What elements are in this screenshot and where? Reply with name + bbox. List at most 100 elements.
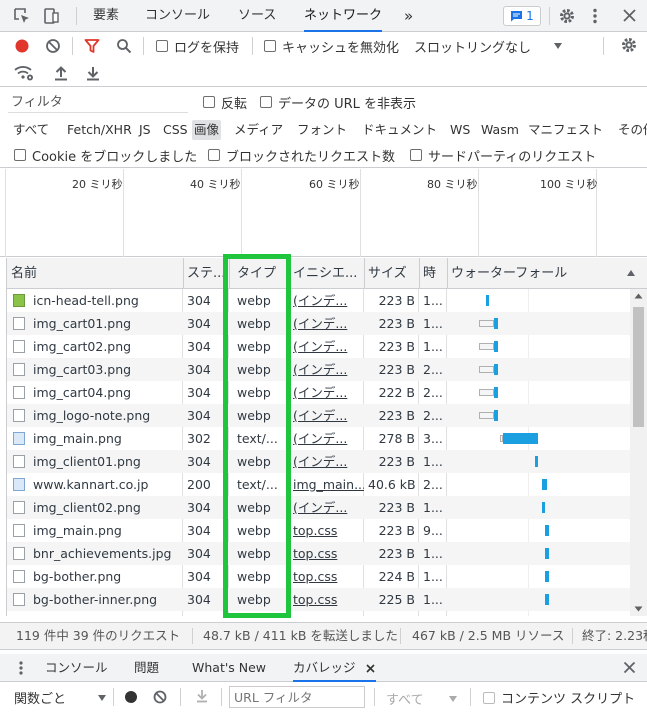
invert-checkbox[interactable] <box>203 96 215 108</box>
scroll-up-arrow-icon[interactable] <box>634 293 643 299</box>
table-row[interactable]: icn-head-tell.png 304 webp (インデ... 223 B 1... <box>7 289 630 312</box>
more-options-icon[interactable] <box>592 7 598 25</box>
inspect-element-icon[interactable] <box>13 7 31 25</box>
drawer-tab-whats-new[interactable]: What's New <box>192 654 266 682</box>
cell-initiator[interactable]: (インデ... <box>289 450 364 473</box>
type-filter-js[interactable]: JS <box>137 120 153 140</box>
table-row[interactable]: www.kannart.co.jp 200 text/... img_main... 4… <box>7 473 630 496</box>
table-row[interactable]: img_main.png 302 text/... (インデ... 278 B 3... <box>7 427 630 450</box>
scrollbar-thumb[interactable] <box>633 307 644 427</box>
throttling-select[interactable]: スロットリングなし <box>414 37 531 56</box>
close-drawer-icon[interactable] <box>623 661 636 674</box>
preserve-log-checkbox[interactable] <box>156 40 168 52</box>
cell-size: 223 B <box>378 454 415 469</box>
table-row[interactable]: img_client02.png 304 webp (インデ... 223 B 1... <box>7 496 630 519</box>
table-row[interactable]: img_client01.png 304 webp (インデ... 223 B 1... <box>7 450 630 473</box>
tab-elements[interactable]: 要素 <box>93 0 119 32</box>
column-header-initiator[interactable]: イニシエ... <box>289 258 364 289</box>
more-tabs-button[interactable]: » <box>404 0 413 32</box>
network-overview-timeline[interactable]: 20 ミリ秒 40 ミリ秒 60 ミリ秒 80 ミリ秒 100 ミリ秒 <box>0 169 647 257</box>
tab-network[interactable]: ネットワーク <box>304 0 383 32</box>
table-row[interactable]: img_main.png 304 webp top.css 223 B 9... <box>7 519 630 542</box>
scroll-down-arrow-icon[interactable] <box>634 606 643 612</box>
cell-initiator[interactable]: top.css <box>289 565 364 588</box>
close-devtools-icon[interactable] <box>622 8 637 23</box>
dropdown-arrow-icon[interactable] <box>448 695 458 703</box>
drawer-tab-coverage[interactable]: カバレッジ <box>293 654 376 682</box>
disable-cache-checkbox[interactable] <box>264 40 276 52</box>
cell-initiator[interactable]: (インデ... <box>289 427 364 450</box>
filter-input[interactable] <box>8 92 188 113</box>
cell-initiator[interactable]: top.css <box>289 542 364 565</box>
table-row[interactable]: bnr_achievements.jpg 304 webp top.css 223 B 1… <box>7 542 630 565</box>
column-header-size[interactable]: サイズ <box>364 258 419 289</box>
close-tab-icon[interactable] <box>366 664 375 673</box>
clear-coverage-icon[interactable] <box>153 690 167 704</box>
export-coverage-download-icon[interactable] <box>196 689 208 703</box>
type-filter-ws[interactable]: WS <box>448 120 472 140</box>
type-filter-font[interactable]: フォント <box>295 120 349 140</box>
network-conditions-wifi-icon[interactable] <box>14 65 34 81</box>
table-row[interactable]: img_logo-note.png 304 webp (インデ... 223 B 2... <box>7 404 630 427</box>
cell-initiator[interactable]: (インデ... <box>289 496 364 519</box>
start-recording-icon[interactable] <box>124 690 138 704</box>
sort-ascending-icon[interactable] <box>626 269 636 277</box>
table-row[interactable]: img_cart02.png 304 webp (インデ... 223 B 1... <box>7 335 630 358</box>
table-row[interactable]: bg-bother-inner.png 304 webp top.css 225 B 1.… <box>7 588 630 611</box>
type-filter-fetch-xhr[interactable]: Fetch/XHR <box>65 120 134 140</box>
tab-console[interactable]: コンソール <box>145 0 210 32</box>
cell-initiator[interactable]: (インデ... <box>289 381 364 404</box>
type-filter-css[interactable]: CSS <box>161 120 190 140</box>
drawer-tab-issues[interactable]: 問題 <box>134 654 159 682</box>
type-filter-media[interactable]: メディア <box>232 120 285 140</box>
export-har-download-icon[interactable] <box>86 65 100 81</box>
column-header-name[interactable]: 名前 <box>7 258 183 289</box>
content-type-select[interactable]: すべて <box>386 689 424 708</box>
url-filter-input[interactable] <box>229 686 365 708</box>
search-icon[interactable] <box>116 38 132 54</box>
import-har-upload-icon[interactable] <box>54 65 68 81</box>
type-filter-manifest[interactable]: マニフェスト <box>526 120 605 140</box>
column-header-type[interactable]: タイプ <box>233 258 289 289</box>
column-header-time[interactable]: 時 <box>419 258 447 289</box>
table-scrollbar[interactable] <box>630 289 647 616</box>
dropdown-arrow-icon[interactable] <box>553 42 563 50</box>
settings-gear-icon[interactable] <box>558 7 576 25</box>
device-toolbar-icon[interactable] <box>42 7 60 25</box>
cell-initiator[interactable]: img_main... <box>289 473 364 496</box>
clear-icon[interactable] <box>45 38 61 54</box>
table-row[interactable]: img_cart04.png 304 webp (インデ... 222 B 2... <box>7 381 630 404</box>
type-filter-other[interactable]: その他 <box>616 120 647 140</box>
coverage-type-select[interactable]: 関数ごと <box>14 688 66 707</box>
content-scripts-checkbox[interactable] <box>483 692 495 704</box>
blocked-requests-checkbox[interactable] <box>208 149 220 161</box>
type-filter-img[interactable]: 画像 <box>192 120 222 140</box>
type-filter-all[interactable]: すべて <box>11 120 51 140</box>
cell-initiator[interactable]: (インデ... <box>289 289 364 312</box>
column-header-waterfall[interactable]: ウォーターフォール <box>447 258 622 289</box>
cell-initiator[interactable]: top.css <box>289 519 364 542</box>
type-filter-doc[interactable]: ドキュメント <box>360 120 439 140</box>
dropdown-arrow-icon[interactable] <box>97 694 107 702</box>
cell-initiator[interactable]: (インデ... <box>289 312 364 335</box>
filter-icon[interactable] <box>84 38 100 54</box>
cell-initiator[interactable]: (インデ... <box>289 335 364 358</box>
network-settings-gear-icon[interactable] <box>620 36 638 54</box>
cell-initiator[interactable]: (インデ... <box>289 404 364 427</box>
table-row[interactable]: img_cart01.png 304 webp (インデ... 223 B 1... <box>7 312 630 335</box>
blocked-cookies-checkbox[interactable] <box>14 149 26 161</box>
issues-badge[interactable]: 1 <box>503 6 541 26</box>
column-header-status[interactable]: ステ... <box>183 258 229 289</box>
cell-initiator[interactable]: top.css <box>289 588 364 611</box>
drawer-more-icon[interactable] <box>18 660 24 676</box>
cell-status: 304 <box>187 500 211 515</box>
tab-sources[interactable]: ソース <box>238 0 276 32</box>
hide-data-urls-checkbox[interactable] <box>260 96 272 108</box>
cell-initiator[interactable]: (インデ... <box>289 358 364 381</box>
table-row[interactable]: bg-bother.png 304 webp top.css 224 B 1... <box>7 565 630 588</box>
drawer-tab-console[interactable]: コンソール <box>45 654 108 682</box>
third-party-checkbox[interactable] <box>410 149 422 161</box>
table-row[interactable]: img_cart03.png 304 webp (インデ... 223 B 2... <box>7 358 630 381</box>
record-icon[interactable] <box>14 38 30 54</box>
type-filter-wasm[interactable]: Wasm <box>479 120 521 140</box>
